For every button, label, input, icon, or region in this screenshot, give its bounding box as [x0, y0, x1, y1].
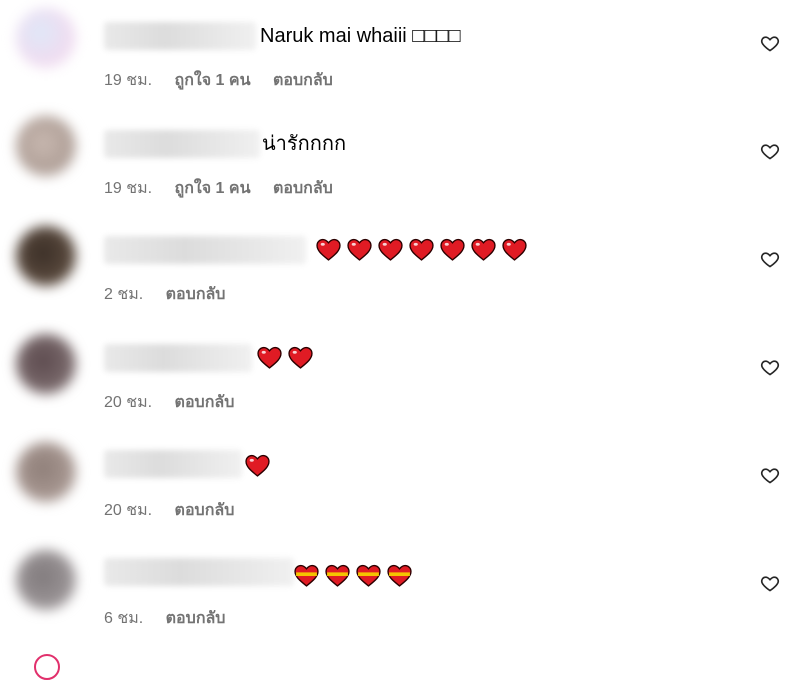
comment-time: 20 ชม. — [104, 394, 153, 411]
comment-item: 2 ชม. ตอบกลับ — [0, 216, 800, 324]
comment-meta: 20 ชม. ตอบกลับ — [104, 390, 252, 415]
heart-with-ribbon-emoji — [294, 564, 319, 587]
comment-text: น่ารักกกก — [262, 133, 347, 155]
comment-time: 19 ชม. — [104, 180, 153, 197]
likes-count[interactable]: ถูกใจ 1 คน — [175, 180, 251, 197]
avatar[interactable] — [34, 654, 60, 680]
red-heart-emoji — [378, 238, 403, 261]
comment-item: 20 ชม. ตอบกลับ — [0, 324, 800, 432]
emoji-row — [257, 346, 313, 369]
comment-meta: 6 ชม. ตอบกลับ — [104, 606, 243, 631]
reply-button[interactable]: ตอบกลับ — [175, 502, 235, 519]
comment-item: น่ารักกกก 19 ชม. ถูกใจ 1 คน ตอบกลับ — [0, 108, 800, 216]
avatar[interactable] — [16, 442, 76, 502]
red-heart-emoji — [288, 346, 313, 369]
heart-outline-icon[interactable] — [760, 33, 780, 53]
comment-time: 20 ชม. — [104, 502, 153, 519]
heart-outline-icon[interactable] — [760, 141, 780, 161]
emoji-row — [316, 238, 527, 261]
red-heart-emoji — [471, 238, 496, 261]
comment-meta: 19 ชม. ถูกใจ 1 คน ตอบกลับ — [104, 176, 351, 201]
avatar[interactable] — [16, 116, 76, 176]
heart-outline-icon[interactable] — [760, 465, 780, 485]
reply-button[interactable]: ตอบกลับ — [166, 286, 226, 303]
heart-with-ribbon-emoji — [356, 564, 381, 587]
comment-time: 6 ชม. — [104, 610, 144, 627]
username-blurred[interactable] — [104, 22, 256, 50]
reply-button[interactable]: ตอบกลับ — [273, 180, 333, 197]
username-blurred[interactable] — [104, 236, 306, 264]
reply-button[interactable]: ตอบกลับ — [166, 610, 226, 627]
heart-with-ribbon-emoji — [325, 564, 350, 587]
red-heart-emoji — [245, 454, 270, 477]
heart-outline-icon[interactable] — [760, 249, 780, 269]
emoji-row — [294, 564, 412, 587]
username-blurred[interactable] — [104, 450, 242, 478]
comment-item: 6 ชม. ตอบกลับ — [0, 540, 800, 648]
reply-button[interactable]: ตอบกลับ — [175, 394, 235, 411]
username-blurred[interactable] — [104, 344, 252, 372]
avatar[interactable] — [16, 334, 76, 394]
username-blurred[interactable] — [104, 558, 294, 586]
emoji-row — [245, 454, 270, 477]
red-heart-emoji — [316, 238, 341, 261]
comment-meta: 20 ชม. ตอบกลับ — [104, 498, 252, 523]
avatar[interactable] — [16, 550, 76, 610]
comment-meta: 19 ชม. ถูกใจ 1 คน ตอบกลับ — [104, 68, 351, 93]
heart-outline-icon[interactable] — [760, 357, 780, 377]
comment-item: 20 ชม. ตอบกลับ — [0, 432, 800, 540]
comment-text: Naruk mai whaiii □□□□ — [260, 25, 461, 47]
red-heart-emoji — [347, 238, 372, 261]
red-heart-emoji — [257, 346, 282, 369]
reply-button[interactable]: ตอบกลับ — [273, 72, 333, 89]
red-heart-emoji — [440, 238, 465, 261]
heart-with-ribbon-emoji — [387, 564, 412, 587]
comment-meta: 2 ชม. ตอบกลับ — [104, 282, 243, 307]
comment-time: 2 ชม. — [104, 286, 144, 303]
red-heart-emoji — [409, 238, 434, 261]
comment-item: Naruk mai whaiii □□□□ 19 ชม. ถูกใจ 1 คน … — [0, 0, 800, 108]
username-blurred[interactable] — [104, 130, 260, 158]
heart-outline-icon[interactable] — [760, 573, 780, 593]
likes-count[interactable]: ถูกใจ 1 คน — [175, 72, 251, 89]
red-heart-emoji — [502, 238, 527, 261]
avatar[interactable] — [16, 226, 76, 286]
avatar[interactable] — [16, 8, 76, 68]
comment-time: 19 ชม. — [104, 72, 153, 89]
